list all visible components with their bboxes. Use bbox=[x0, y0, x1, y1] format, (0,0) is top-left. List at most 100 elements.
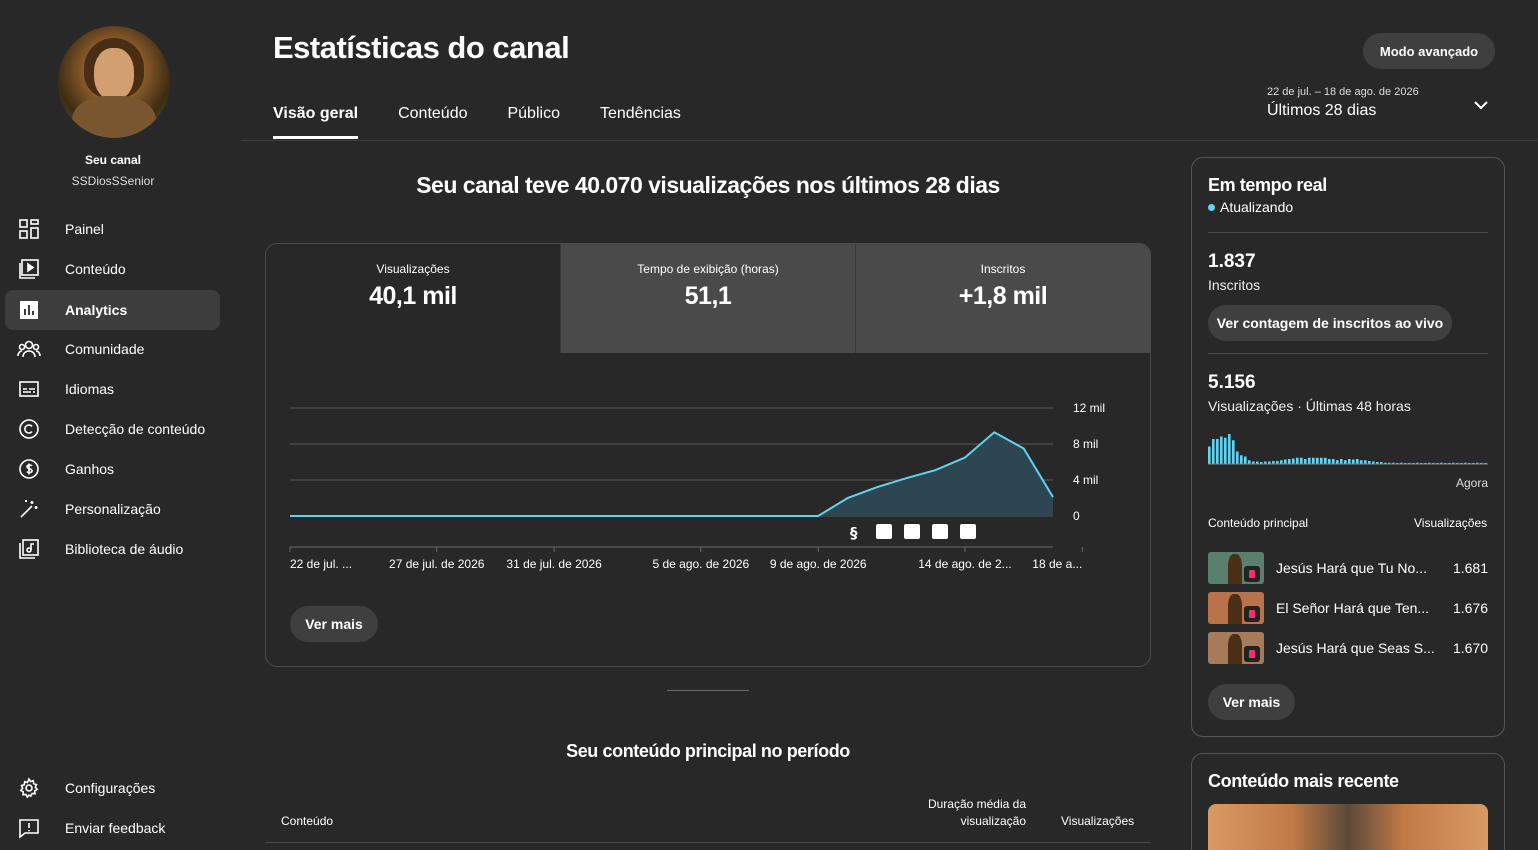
realtime-bar bbox=[1284, 459, 1287, 464]
video-views: 1.681 bbox=[1452, 560, 1488, 576]
dashboard-icon bbox=[17, 217, 41, 241]
header-divider bbox=[241, 140, 1538, 141]
sidebar-item-label: Conteúdo bbox=[65, 261, 126, 277]
realtime-bar bbox=[1360, 460, 1363, 464]
realtime-bar bbox=[1236, 451, 1239, 464]
column-header-content[interactable]: Conteúdo bbox=[281, 814, 333, 828]
tab-publico[interactable]: Público bbox=[507, 105, 559, 139]
realtime-bar bbox=[1328, 459, 1331, 464]
realtime-bar bbox=[1280, 460, 1283, 464]
content-icon bbox=[17, 257, 41, 281]
list-item[interactable]: Jesús Hará que Seas S... 1.670 bbox=[1208, 632, 1488, 664]
video-marker-icon bbox=[960, 524, 976, 539]
date-range-selector[interactable]: 22 de jul. – 18 de ago. de 2026 Últimos … bbox=[1267, 86, 1419, 120]
metric-watch-time[interactable]: Tempo de exibição (horas) 51,1 bbox=[560, 244, 855, 353]
tab-conteudo[interactable]: Conteúdo bbox=[398, 105, 467, 139]
metric-title: Visualizações bbox=[376, 262, 450, 276]
sidebar-item-label: Detecção de conteúdo bbox=[65, 421, 206, 437]
video-thumbnail bbox=[1208, 592, 1264, 624]
list-item[interactable]: El Señor Hará que Ten... 1.676 bbox=[1208, 592, 1488, 624]
realtime-col-content: Conteúdo principal bbox=[1208, 516, 1309, 530]
realtime-bar bbox=[1232, 440, 1235, 464]
thumbnail-figure bbox=[1228, 594, 1242, 624]
see-more-button[interactable]: Ver mais bbox=[290, 606, 378, 642]
realtime-bar bbox=[1216, 439, 1219, 464]
metric-title: Tempo de exibição (horas) bbox=[637, 262, 779, 276]
column-header-avg-duration[interactable]: Duração média da visualização bbox=[906, 796, 1026, 830]
realtime-bar bbox=[1352, 459, 1355, 464]
metric-value: 40,1 mil bbox=[369, 282, 457, 310]
shorts-marker-icon: § bbox=[850, 524, 858, 542]
views-area bbox=[290, 432, 1053, 516]
y-tick-label: 12 mil bbox=[1073, 401, 1105, 415]
app-root: Seu canal SSDiosSSenior Painel Conteúdo … bbox=[0, 0, 1538, 850]
video-title: El Señor Hará que Ten... bbox=[1276, 600, 1430, 616]
metric-value: +1,8 mil bbox=[958, 282, 1048, 310]
realtime-bar bbox=[1300, 457, 1303, 464]
metric-views[interactable]: Visualizações 40,1 mil bbox=[266, 244, 560, 353]
realtime-bar bbox=[1296, 457, 1299, 464]
table-divider bbox=[265, 842, 1151, 843]
sidebar-item-configuracoes[interactable]: Configurações bbox=[5, 768, 220, 808]
chevron-down-icon[interactable] bbox=[1472, 98, 1490, 117]
sidebar-item-conteudo[interactable]: Conteúdo bbox=[5, 249, 220, 289]
x-tick-label: 27 de jul. de 2026 bbox=[389, 557, 485, 571]
video-marker-icon bbox=[876, 524, 892, 539]
realtime-see-more-button[interactable]: Ver mais bbox=[1208, 684, 1295, 720]
channel-label: Seu canal bbox=[84, 153, 142, 167]
realtime-subs-label: Inscritos bbox=[1208, 277, 1261, 293]
shorts-icon bbox=[1244, 606, 1260, 622]
sidebar-item-idiomas[interactable]: Idiomas bbox=[5, 369, 220, 409]
recent-video-thumbnail[interactable] bbox=[1208, 804, 1488, 850]
feedback-icon bbox=[17, 816, 41, 840]
realtime-views-value: 5.156 bbox=[1208, 372, 1256, 393]
realtime-bar bbox=[1304, 459, 1307, 464]
sidebar-item-label: Biblioteca de áudio bbox=[65, 541, 184, 557]
realtime-bar bbox=[1356, 459, 1359, 464]
sidebar-item-analytics[interactable]: Analytics bbox=[5, 290, 220, 330]
recent-content-title: Conteúdo mais recente bbox=[1208, 771, 1399, 791]
overview-card: Visualizações 40,1 mil Tempo de exibição… bbox=[265, 243, 1151, 667]
realtime-col-views: Visualizações bbox=[1414, 516, 1488, 530]
avatar-face bbox=[94, 48, 134, 100]
realtime-bar bbox=[1212, 439, 1215, 464]
column-header-views[interactable]: Visualizações bbox=[1061, 814, 1134, 828]
sidebar-item-biblioteca-audio[interactable]: Biblioteca de áudio bbox=[5, 529, 220, 569]
live-subscriber-count-button[interactable]: Ver contagem de inscritos ao vivo bbox=[1208, 305, 1452, 341]
tab-tendencias[interactable]: Tendências bbox=[600, 105, 681, 139]
realtime-bar bbox=[1320, 457, 1323, 464]
x-tick-label: 14 de ago. de 2... bbox=[918, 557, 1011, 571]
list-item[interactable]: Jesús Hará que Tu No... 1.681 bbox=[1208, 552, 1488, 584]
thumbnail-figure bbox=[1228, 554, 1242, 584]
video-views: 1.676 bbox=[1452, 600, 1488, 616]
live-dot-icon bbox=[1208, 203, 1215, 211]
dollar-icon bbox=[17, 457, 41, 481]
sidebar-item-label: Personalização bbox=[65, 501, 161, 517]
realtime-bar-chart bbox=[1208, 434, 1488, 465]
shorts-icon bbox=[1244, 566, 1260, 582]
metric-subscribers[interactable]: Inscritos +1,8 mil bbox=[855, 244, 1150, 353]
realtime-bar bbox=[1244, 456, 1247, 464]
realtime-bar bbox=[1308, 457, 1311, 464]
realtime-bar bbox=[1364, 460, 1367, 464]
sidebar-item-personalizacao[interactable]: Personalização bbox=[5, 489, 220, 529]
sidebar-item-ganhos[interactable]: Ganhos bbox=[5, 449, 220, 489]
sidebar-item-label: Comunidade bbox=[65, 341, 145, 357]
video-thumbnail bbox=[1208, 632, 1264, 664]
sidebar-item-comunidade[interactable]: Comunidade bbox=[5, 329, 220, 369]
advanced-mode-button[interactable]: Modo avançado bbox=[1363, 33, 1495, 69]
sidebar-item-deteccao[interactable]: Detecção de conteúdo bbox=[5, 409, 220, 449]
realtime-bar bbox=[1220, 436, 1223, 464]
realtime-bar bbox=[1344, 460, 1347, 464]
sidebar-item-enviar-feedback[interactable]: Enviar feedback bbox=[5, 808, 220, 848]
realtime-bar bbox=[1316, 457, 1319, 464]
thumbnail-figure bbox=[1228, 634, 1242, 664]
y-tick-label: 0 bbox=[1073, 509, 1080, 523]
recent-content-card: Conteúdo mais recente bbox=[1191, 753, 1505, 850]
date-period: Últimos 28 dias bbox=[1267, 102, 1377, 119]
channel-avatar[interactable] bbox=[58, 26, 170, 138]
sidebar: Seu canal SSDiosSSenior Painel Conteúdo … bbox=[0, 0, 226, 850]
video-marker-icon bbox=[932, 524, 948, 539]
sidebar-item-painel[interactable]: Painel bbox=[5, 209, 220, 249]
tab-visao-geral[interactable]: Visão geral bbox=[273, 105, 359, 139]
